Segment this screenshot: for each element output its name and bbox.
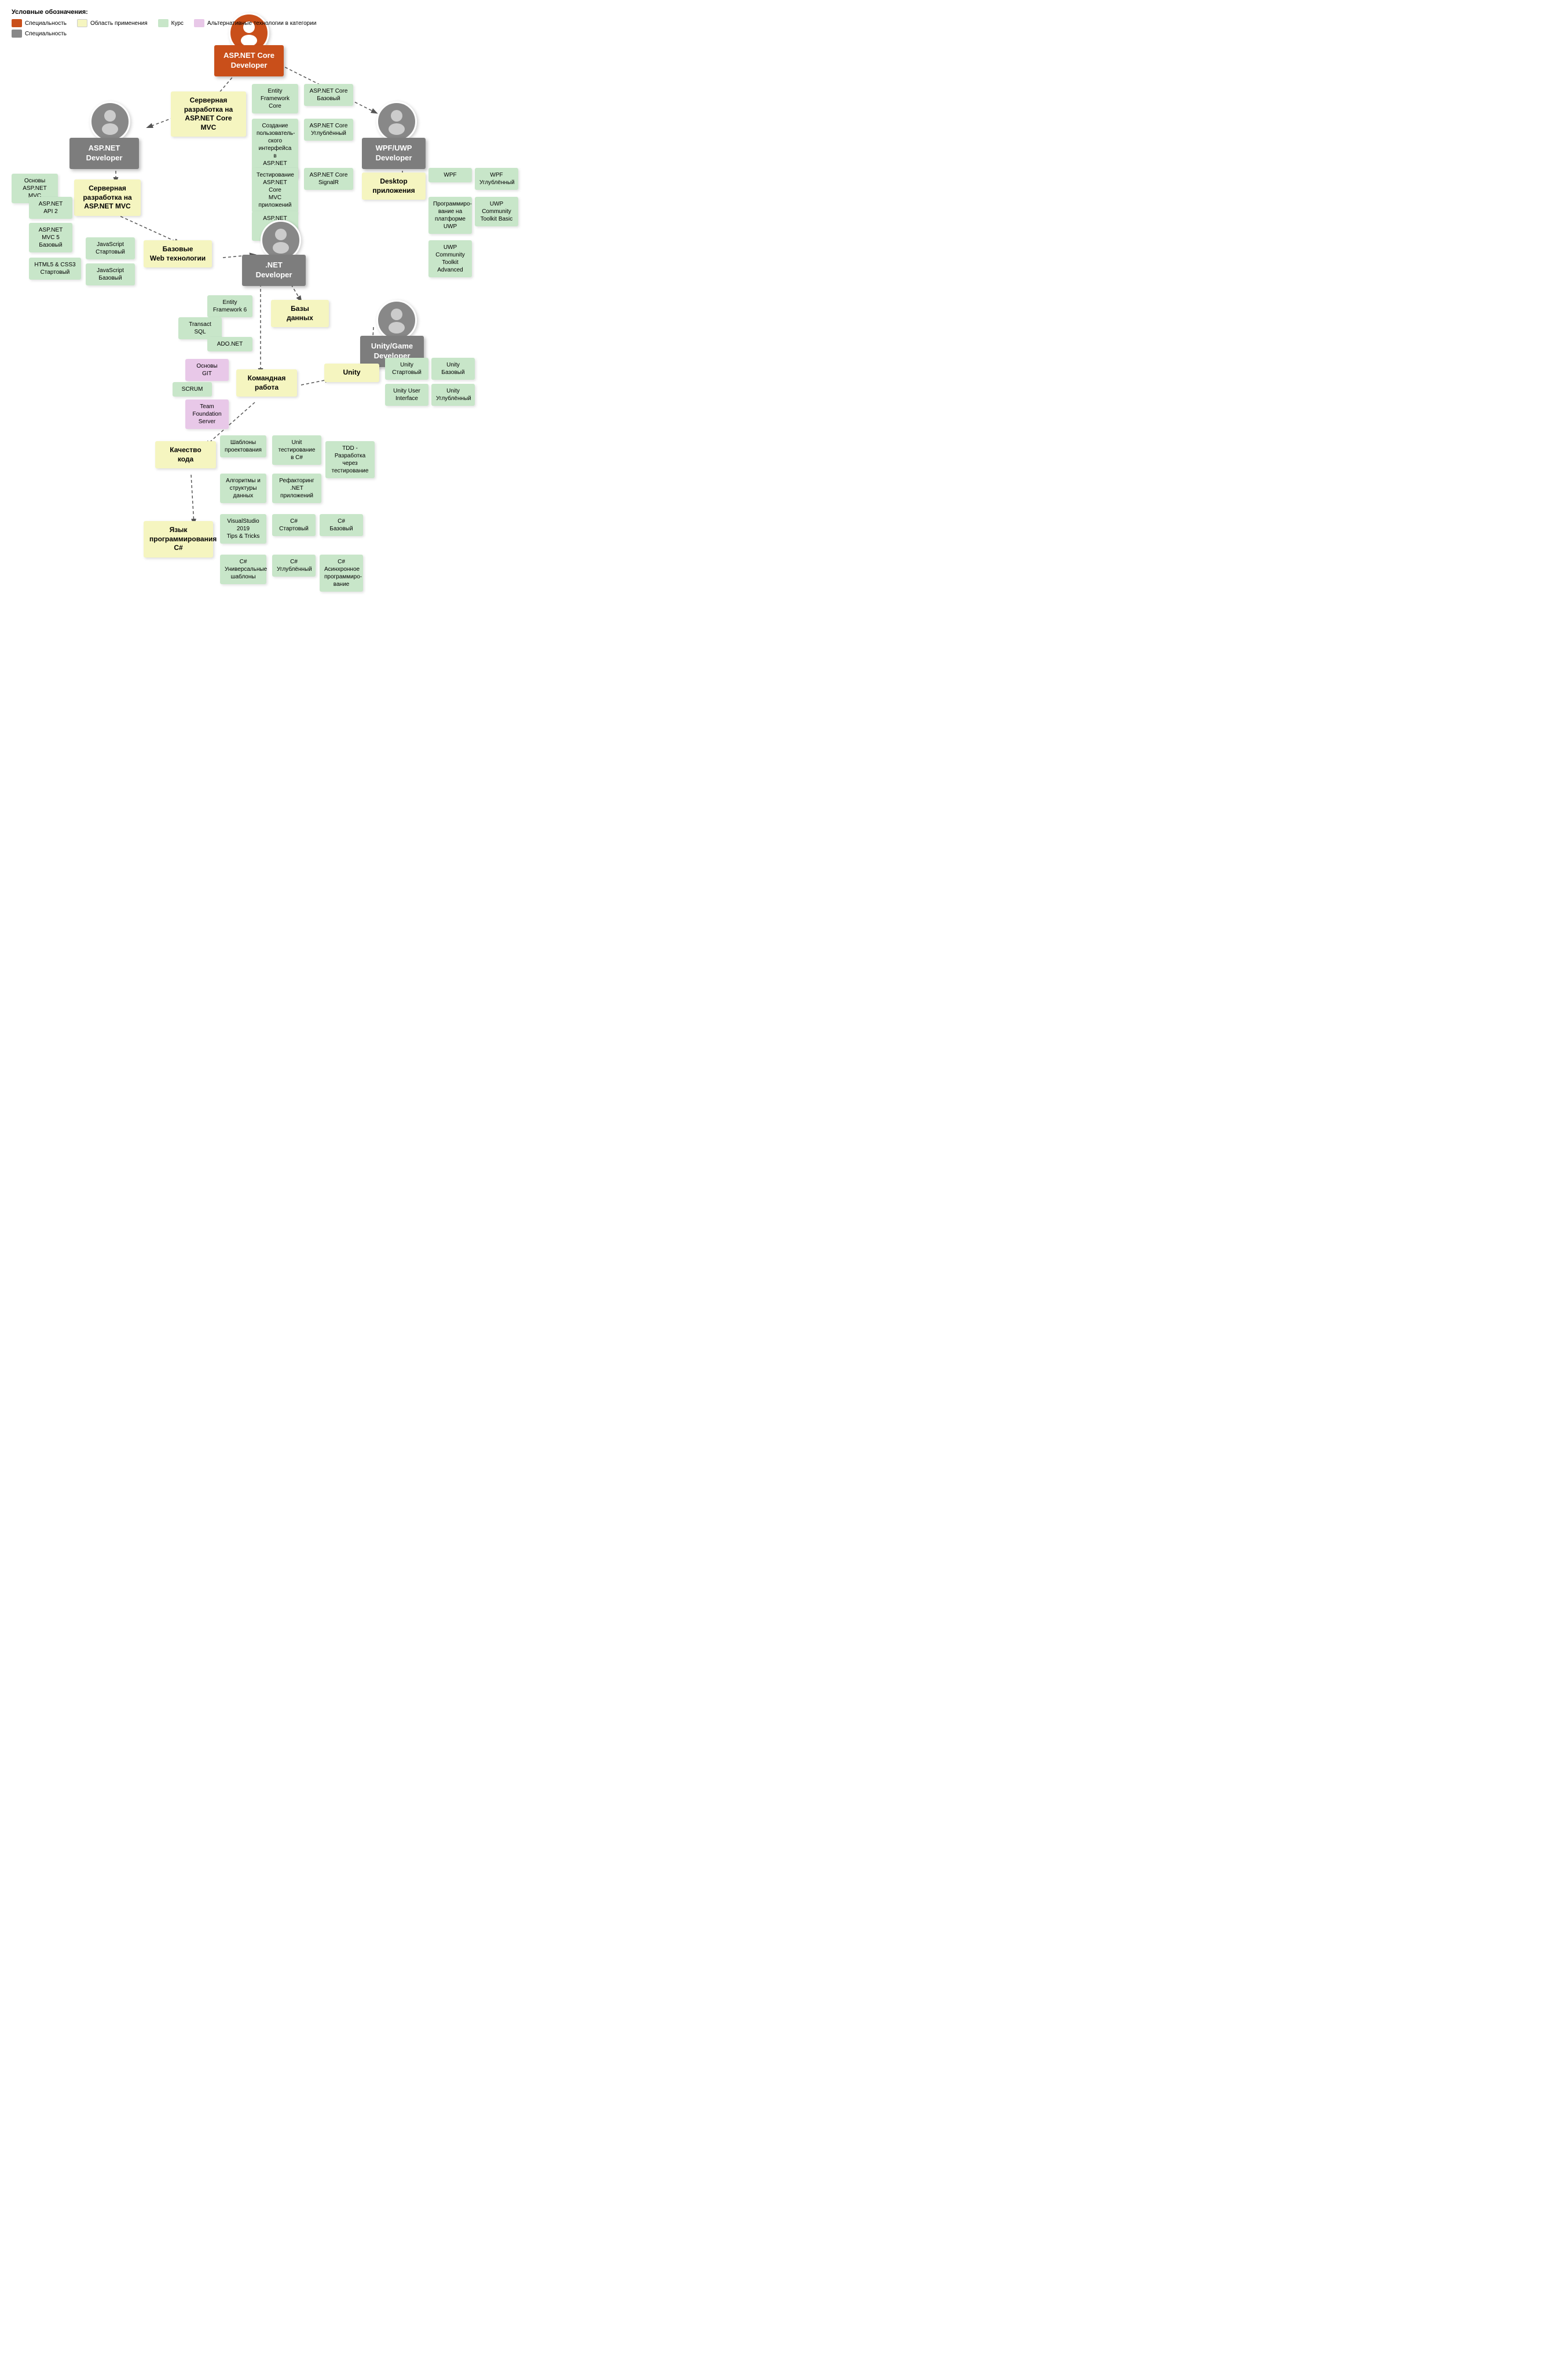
person-icon-net <box>266 226 295 255</box>
server-aspnet-core-node: Сервернаяразработка наASP.NET Core MVC <box>171 91 246 137</box>
avatar-unity-dev <box>376 300 417 340</box>
course-html5-css3: HTML5 & CSS3Стартовый <box>29 258 81 280</box>
course-aspnet-signal: ASP.NET CoreSignalR <box>304 168 353 190</box>
course-csharp-async: C#Асинхронноепрограммиро-вание <box>320 555 363 592</box>
course-tfs: TeamFoundationServer <box>185 399 229 429</box>
course-tdd: TDD -Разработкачерезтестирование <box>325 441 375 478</box>
avatar-aspnet-dev <box>90 101 130 142</box>
course-aspnet-core-basic: ASP.NET CoreБазовый <box>304 84 353 106</box>
base-web-node: БазовыеWeb технологии <box>144 240 212 267</box>
legend-title: Условные обозначения: <box>12 9 316 16</box>
course-js-starter: JavaScriptСтартовый <box>86 237 135 259</box>
legend-item-specialty-orange: Специальность <box>12 19 67 27</box>
server-aspnet-mvc-node: Сервернаяразработка наASP.NET MVC <box>74 179 141 216</box>
legend: Условные обозначения: Специальность Обла… <box>12 9 316 38</box>
course-aspnet-core-adv: ASP.NET CoreУглублённый <box>304 119 353 141</box>
course-wpf-adv: WPFУглублённый <box>475 168 518 190</box>
person-icon-unity <box>382 306 411 335</box>
legend-item-area: Область применения <box>77 19 148 27</box>
net-developer-node: .NETDeveloper <box>242 255 306 286</box>
course-csharp-adv: C#Углублённый <box>272 555 316 577</box>
desktop-apps-node: Desktopприложения <box>362 173 426 200</box>
course-ef-core: EntityFrameworkCore <box>252 84 298 113</box>
course-aspnet-test: ТестированиеASP.NET CoreMVCприложений <box>252 168 298 212</box>
legend-row-2: Специальность <box>12 30 316 38</box>
arrows-svg <box>0 0 521 2345</box>
legend-box-green <box>158 19 168 27</box>
course-wpf: WPF <box>428 168 472 182</box>
course-unit-test: Unitтестированиев C# <box>272 435 321 465</box>
avatar-wpf-dev <box>376 101 417 142</box>
course-osnovy-git: ОсновыGIT <box>185 359 229 381</box>
person-icon-aspnet <box>96 107 124 136</box>
legend-box-yellow <box>77 19 87 27</box>
aspnet-developer-node: ASP.NETDeveloper <box>69 138 139 169</box>
team-work-node: Команднаяработа <box>236 369 297 397</box>
course-uwp-toolkit-basic: UWPCommunityToolkit Basic <box>475 197 518 226</box>
code-quality-node: Качествокода <box>155 441 216 468</box>
course-ado-net: ADO.NET <box>207 337 252 351</box>
course-unity-basic: UnityБазовый <box>431 358 475 380</box>
course-uwp-toolkit-adv: UWPCommunityToolkitAdvanced <box>428 240 472 277</box>
unity-node: Unity <box>324 364 379 382</box>
course-uwp-prog: Программиро-вание наплатформеUWP <box>428 197 472 234</box>
course-vs2019: VisualStudio2019Tips & Tricks <box>220 514 266 544</box>
course-templates: Шаблоныпроектования <box>220 435 266 457</box>
legend-box-orange <box>12 19 22 27</box>
root-node: ASP.NET Core Developer <box>214 45 284 76</box>
course-unity-adv: UnityУглублённый <box>431 384 475 406</box>
wpf-developer-node: WPF/UWPDeveloper <box>362 138 426 169</box>
course-unity-ui: Unity UserInterface <box>385 384 428 406</box>
course-refactoring: Рефакторинг.NETприложений <box>272 474 321 503</box>
legend-item-course: Курс <box>158 19 184 27</box>
legend-item-alt: Альтернативные технологии в категории <box>194 19 316 27</box>
person-icon-wpf <box>382 107 411 136</box>
course-ef6: EntityFramework 6 <box>207 295 252 317</box>
course-unity-starter: UnityСтартовый <box>385 358 428 380</box>
databases-node: Базыданных <box>271 300 329 327</box>
course-csharp-starter: C#Стартовый <box>272 514 316 536</box>
course-aspnet-mvc-basic: ASP.NETMVC 5Базовый <box>29 223 72 252</box>
course-scrum: SCRUM <box>173 382 212 397</box>
legend-row-1: Специальность Область применения Курс Ал… <box>12 19 316 27</box>
course-algorithms: Алгоритмы иструктурыданных <box>220 474 266 503</box>
course-transact-sql: Transact SQL <box>178 317 222 339</box>
legend-items: Специальность Область применения Курс Ал… <box>12 19 316 38</box>
course-csharp-basic: C#Базовый <box>320 514 363 536</box>
course-csharp-universal: C#Универсальныешаблоны <box>220 555 266 584</box>
diagram-container: ASP.NET Core Developer ASP.NETDeveloper … <box>0 0 521 46</box>
course-js-basic: JavaScriptБазовый <box>86 263 135 285</box>
course-aspnet-api2: ASP.NETAPI 2 <box>29 197 72 219</box>
lang-csharp-node: ЯзыкпрограммированияC# <box>144 521 213 558</box>
legend-box-pink <box>194 19 204 27</box>
legend-box-gray <box>12 30 22 38</box>
